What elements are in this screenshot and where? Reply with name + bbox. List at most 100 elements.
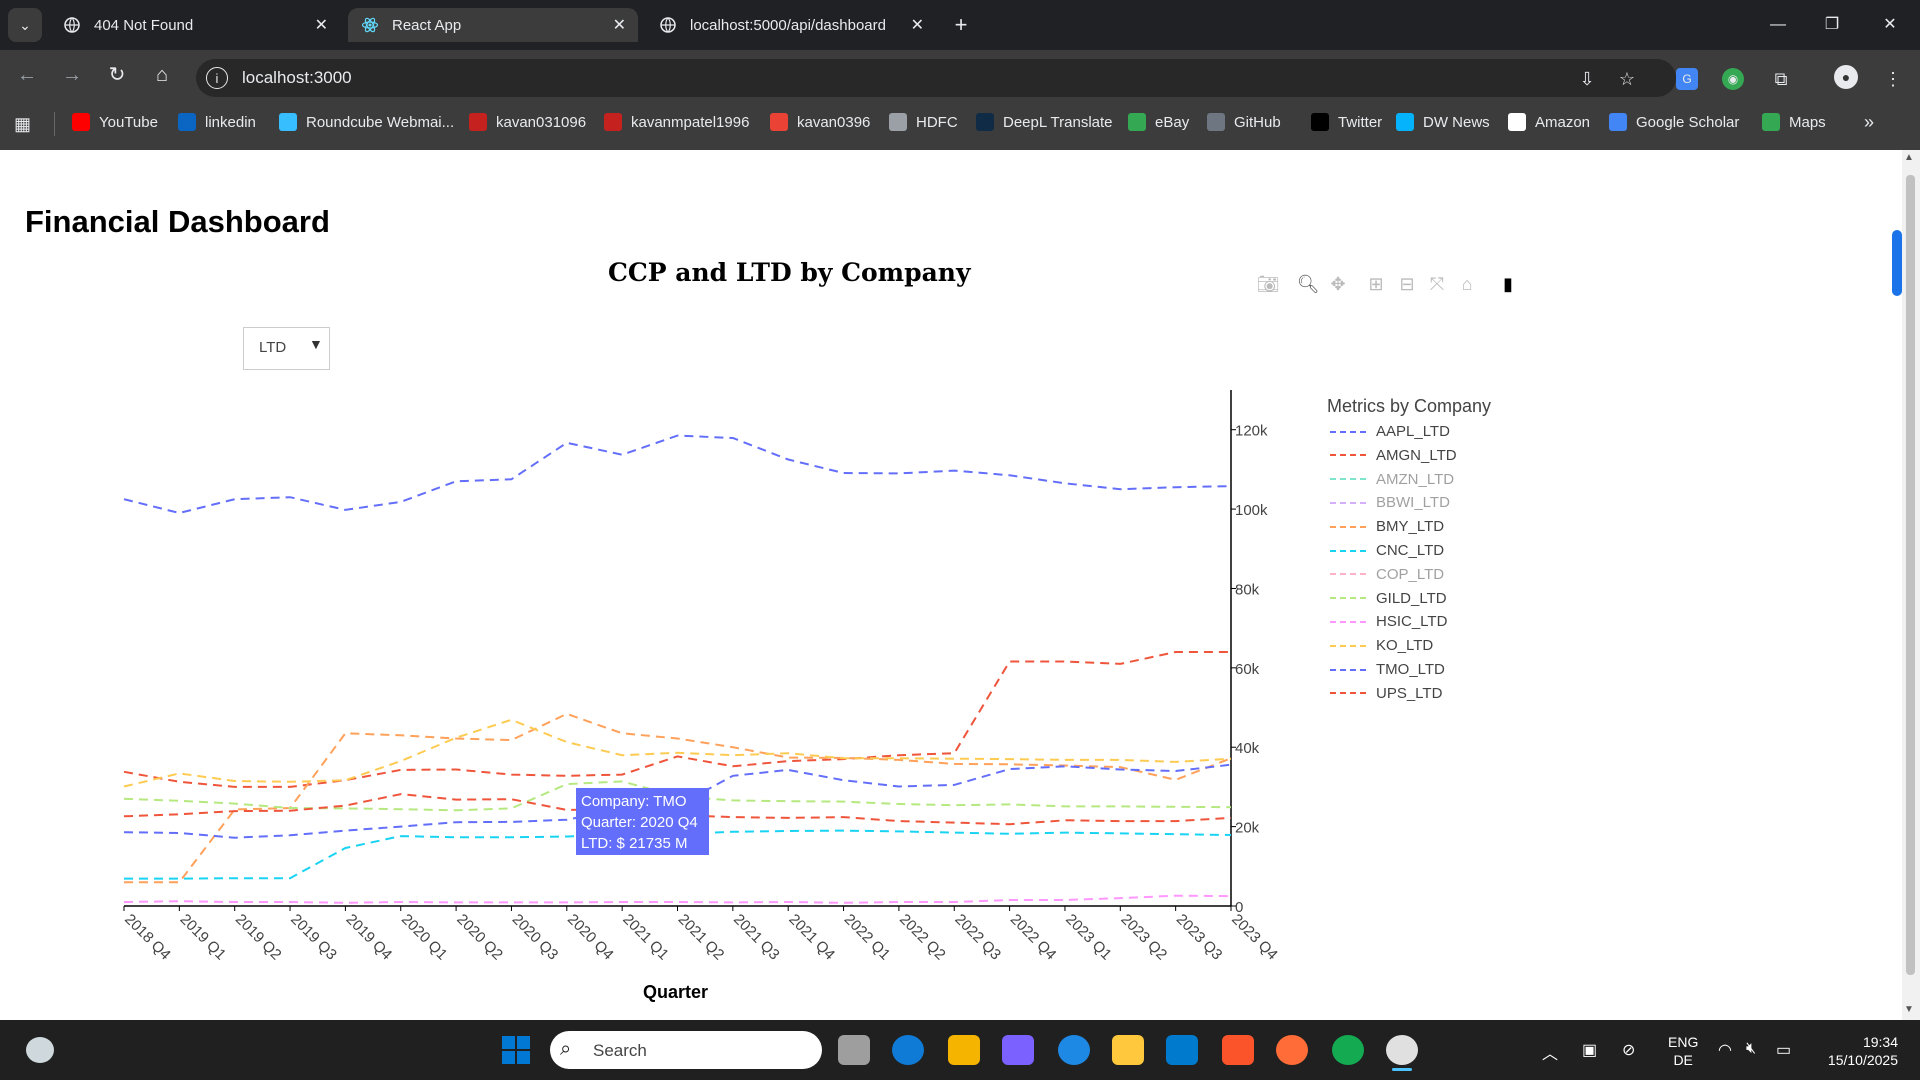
tooltip-quarter: Quarter: 2020 Q4 bbox=[581, 814, 698, 831]
y-tick-label: 80k bbox=[1235, 581, 1260, 598]
x-tick-label: 2023 Q1 bbox=[1062, 911, 1115, 964]
x-tick-label: 2023 Q3 bbox=[1173, 911, 1226, 964]
chevron-up-icon[interactable]: ︿ bbox=[1542, 1040, 1558, 1064]
start-icon[interactable] bbox=[502, 1036, 530, 1064]
x-tick-label: 2020 Q3 bbox=[509, 911, 562, 964]
x-tick-label: 2021 Q1 bbox=[619, 911, 672, 964]
mongodb-icon[interactable] bbox=[1332, 1035, 1364, 1065]
clock-time: 19:34 bbox=[1862, 1034, 1898, 1050]
wifi-icon[interactable]: ◠ bbox=[1718, 1040, 1732, 1060]
taskbar-search[interactable] bbox=[550, 1031, 822, 1069]
legend-item[interactable]: CNC_LTD bbox=[1330, 542, 1444, 559]
legend-swatch bbox=[1330, 478, 1366, 481]
volume-muted-icon[interactable]: 🔇︎ bbox=[1746, 1040, 1756, 1058]
legend-item[interactable]: KO_LTD bbox=[1330, 637, 1433, 654]
x-tick-label: 2020 Q2 bbox=[453, 911, 506, 964]
x-tick-label: 2021 Q4 bbox=[785, 911, 838, 964]
active-app-indicator bbox=[1392, 1068, 1412, 1071]
legend-swatch bbox=[1330, 454, 1366, 457]
legend-label: AAPL_LTD bbox=[1376, 423, 1450, 440]
legend-swatch bbox=[1330, 525, 1366, 528]
legend-item[interactable]: UPS_LTD bbox=[1330, 685, 1442, 702]
x-tick-label: 2022 Q1 bbox=[841, 911, 894, 964]
legend-item[interactable]: HSIC_LTD bbox=[1330, 613, 1447, 630]
tooltip-value: LTD: $ 21735 M bbox=[581, 835, 688, 852]
legend-item[interactable]: TMO_LTD bbox=[1330, 661, 1445, 678]
legend-swatch bbox=[1330, 692, 1366, 695]
x-tick-label: 2019 Q4 bbox=[343, 911, 396, 964]
legend-swatch bbox=[1330, 597, 1366, 600]
x-tick-label: 2023 Q2 bbox=[1117, 911, 1170, 964]
x-tick-label: 2018 Q4 bbox=[121, 911, 174, 964]
x-axis-title: Quarter bbox=[643, 982, 709, 1002]
lang-line-1: ENG bbox=[1668, 1034, 1699, 1050]
store-icon[interactable] bbox=[948, 1035, 980, 1065]
legend-item[interactable]: AAPL_LTD bbox=[1330, 423, 1450, 440]
y-tick-label: 40k bbox=[1235, 740, 1260, 757]
clock[interactable]: 19:34 15/10/2025 bbox=[1818, 1033, 1898, 1069]
hover-tooltip: Company: TMO Quarter: 2020 Q4 LTD: $ 217… bbox=[576, 788, 709, 855]
brave-icon[interactable] bbox=[1222, 1035, 1254, 1065]
legend-item[interactable]: BBWI_LTD bbox=[1330, 494, 1450, 511]
legend-label: UPS_LTD bbox=[1376, 684, 1443, 702]
legend-item[interactable]: AMGN_LTD bbox=[1330, 447, 1457, 464]
legend-item[interactable]: AMZN_LTD bbox=[1330, 471, 1454, 488]
help-icon[interactable] bbox=[1058, 1035, 1090, 1065]
search-placeholder: Search bbox=[593, 1041, 647, 1060]
edge-icon[interactable] bbox=[892, 1035, 924, 1065]
legend-label: BMY_LTD bbox=[1376, 518, 1445, 536]
vscode-icon[interactable] bbox=[1166, 1035, 1198, 1065]
legend-label: GILD_LTD bbox=[1376, 589, 1447, 607]
legend-label: AMZN_LTD bbox=[1376, 470, 1455, 488]
tooltip-company: Company: TMO bbox=[581, 793, 687, 810]
legend-swatch bbox=[1330, 501, 1366, 504]
x-tick-label: 2020 Q1 bbox=[398, 911, 451, 964]
microsoft365-icon[interactable] bbox=[1002, 1035, 1034, 1065]
network-off-icon[interactable]: ⊘ bbox=[1622, 1040, 1635, 1060]
x-tick-label: 2019 Q1 bbox=[177, 911, 230, 964]
series-line-KO_LTD[interactable] bbox=[123, 718, 1232, 788]
x-tick-label: 2022 Q2 bbox=[896, 911, 949, 964]
battery-icon[interactable]: ▭ bbox=[1776, 1040, 1791, 1060]
legend-item[interactable]: GILD_LTD bbox=[1330, 590, 1447, 607]
legend-item[interactable]: COP_LTD bbox=[1330, 566, 1444, 583]
legend-item[interactable]: BMY_LTD bbox=[1330, 518, 1444, 535]
x-tick-label: 2022 Q3 bbox=[951, 911, 1004, 964]
tray-app-icon[interactable]: ▣ bbox=[1582, 1040, 1597, 1060]
language-indicator[interactable]: ENG DE bbox=[1668, 1033, 1698, 1069]
y-tick-label: 60k bbox=[1235, 661, 1260, 678]
legend-title: Metrics by Company bbox=[1327, 396, 1492, 416]
legend-label: AMGN_LTD bbox=[1376, 446, 1457, 464]
x-tick-label: 2019 Q2 bbox=[232, 911, 285, 964]
legend-swatch bbox=[1330, 620, 1366, 623]
weather-icon[interactable] bbox=[26, 1037, 54, 1063]
y-tick-label: 20k bbox=[1235, 820, 1260, 837]
line-chart[interactable]: 020k40k60k80k100k120k2018 Q4 2019 Q1 2019 … bbox=[0, 0, 1920, 1080]
search-icon: ⌕ bbox=[560, 1038, 572, 1060]
legend-label: TMO_LTD bbox=[1376, 661, 1445, 678]
legend-swatch bbox=[1330, 644, 1366, 647]
task-view-icon[interactable] bbox=[838, 1035, 870, 1065]
legend-label: CNC_LTD bbox=[1376, 542, 1445, 559]
series-line-AMGN_LTD[interactable] bbox=[123, 651, 1231, 788]
file-explorer-icon[interactable] bbox=[1112, 1035, 1144, 1065]
legend-swatch bbox=[1330, 573, 1366, 576]
legend-swatch bbox=[1330, 668, 1366, 671]
x-tick-label: 2021 Q2 bbox=[675, 911, 728, 964]
legend-label: HSIC_LTD bbox=[1376, 613, 1448, 631]
series-line-AAPL_LTD[interactable] bbox=[123, 434, 1232, 515]
x-tick-label: 2020 Q4 bbox=[564, 911, 617, 964]
x-tick-label: 2021 Q3 bbox=[730, 911, 783, 964]
legend-swatch bbox=[1330, 430, 1366, 433]
chrome-icon[interactable] bbox=[1386, 1035, 1418, 1065]
legend-label: KO_LTD bbox=[1376, 637, 1434, 655]
legend-label: BBWI_LTD bbox=[1376, 494, 1450, 512]
series-line-HSIC_LTD[interactable] bbox=[123, 894, 1232, 904]
y-tick-label: 120k bbox=[1235, 423, 1268, 440]
legend-swatch bbox=[1330, 549, 1366, 552]
postman-icon[interactable] bbox=[1276, 1035, 1308, 1065]
lang-line-2: DE bbox=[1673, 1052, 1693, 1068]
clock-date: 15/10/2025 bbox=[1827, 1052, 1898, 1068]
x-tick-label: 2023 Q4 bbox=[1228, 911, 1281, 964]
y-tick-label: 100k bbox=[1235, 502, 1268, 519]
